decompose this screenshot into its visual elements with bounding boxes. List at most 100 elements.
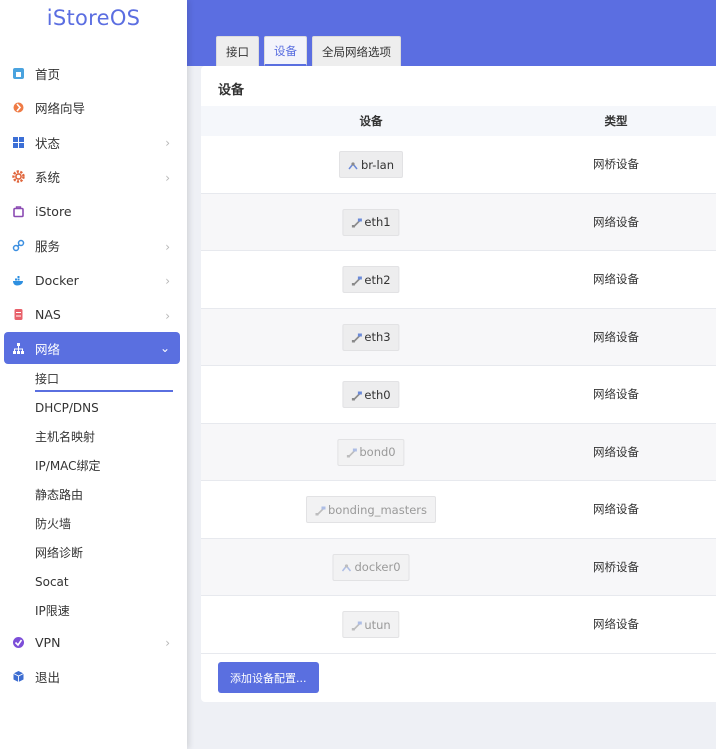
chevron-right-icon: ›: [165, 636, 170, 650]
submenu-item-1[interactable]: DHCP/DNS: [35, 393, 187, 422]
tab-2[interactable]: 全局网络选项: [312, 36, 401, 66]
device-name: eth3: [364, 330, 391, 344]
submenu-item-7[interactable]: Socat: [35, 567, 187, 596]
device-type: 网桥设备: [593, 559, 639, 574]
device-name: eth2: [364, 272, 391, 287]
ethernet-icon: [351, 390, 362, 401]
submenu-item-0[interactable]: 接口: [35, 364, 187, 393]
sidebar-item-after-0[interactable]: VPN ›: [0, 625, 187, 660]
logout-icon: [12, 670, 25, 683]
sidebar-item-label: 网络: [35, 341, 61, 357]
device-button[interactable]: br-lan: [339, 151, 403, 178]
device-button[interactable]: docker0: [332, 553, 410, 581]
sidebar-item-label: Docker: [35, 272, 79, 288]
device-type: 网桥设备: [593, 157, 639, 171]
device-name: bonding_masters: [327, 502, 428, 517]
table-row: bonding_masters 网络设备: [201, 481, 716, 539]
store-icon: [12, 205, 25, 218]
sidebar-item-after-1[interactable]: 退出: [0, 660, 187, 695]
submenu-item-5[interactable]: 防火墙: [35, 509, 187, 538]
device-name: eth0: [364, 387, 391, 402]
tab-0[interactable]: 接口: [216, 36, 259, 66]
table-row: eth2 网络设备: [201, 251, 716, 309]
device-name: utun: [364, 617, 391, 632]
status-icon: [12, 136, 25, 149]
submenu-item-4[interactable]: 静态路由: [35, 480, 187, 509]
bridge-icon: [348, 160, 359, 170]
device-type: 网络设备: [593, 214, 639, 229]
tab-1[interactable]: 设备: [264, 36, 307, 66]
wizard-icon: [12, 101, 25, 114]
sidebar-item-label: 首页: [35, 66, 61, 82]
device-type: 网络设备: [593, 329, 639, 344]
device-type: 网络设备: [593, 444, 639, 459]
column-header-type: 类型: [604, 114, 628, 128]
ethernet-icon: [351, 275, 362, 286]
brand-logo[interactable]: iStoreOS: [0, 0, 187, 40]
device-button[interactable]: bond0: [337, 438, 405, 466]
sidebar-item-label: 网络向导: [35, 101, 86, 117]
table-header: 设备 类型: [201, 106, 716, 136]
chevron-right-icon: ›: [165, 274, 170, 288]
docker-icon: [12, 274, 25, 287]
column-header-device: 设备: [359, 114, 383, 128]
add-device-config-button[interactable]: 添加设备配置...: [218, 662, 319, 693]
sidebar-item-2[interactable]: 状态 ›: [0, 125, 187, 160]
devices-card: 设备 设备 类型 br-lan 网桥设备 eth1 网络设备 eth2 网络设备 eth3 网…: [201, 66, 716, 702]
device-button[interactable]: eth3: [342, 323, 400, 351]
bridge-icon: [341, 562, 352, 572]
ethernet-icon: [351, 217, 362, 228]
device-button[interactable]: eth0: [342, 381, 400, 408]
sidebar-item-label: 状态: [35, 135, 61, 151]
sidebar-item-1[interactable]: 网络向导: [0, 91, 187, 126]
sidebar-item-label: 退出: [35, 670, 61, 686]
device-button[interactable]: bonding_masters: [305, 496, 437, 523]
device-button[interactable]: utun: [342, 611, 400, 638]
sidebar-item-5[interactable]: 服务 ›: [0, 229, 187, 264]
sidebar-item-4[interactable]: iStore: [0, 194, 187, 229]
sidebar-item-8[interactable]: 网络 ⌄: [4, 332, 180, 364]
submenu-item-6[interactable]: 网络诊断: [35, 538, 187, 567]
sidebar-item-6[interactable]: Docker ›: [0, 263, 187, 298]
network-submenu: 接口 DHCP/DNS 主机名映射 IP/MAC绑定 静态路由 防火墙 网络诊断 Socat I…: [0, 364, 187, 625]
sidebar-item-label: VPN: [35, 634, 61, 650]
system-gear-icon: [12, 170, 25, 183]
device-table: br-lan 网桥设备 eth1 网络设备 eth2 网络设备 eth3 网络设备 eth0 网络…: [201, 136, 716, 654]
device-type: 网络设备: [593, 502, 639, 516]
sidebar: iStoreOS 首页 网络向导 状态 › 系统 › iStore 服务 › Docker › NAS…: [0, 0, 187, 749]
chevron-right-icon: ›: [165, 170, 170, 185]
ethernet-icon: [346, 447, 357, 458]
table-row: br-lan 网桥设备: [201, 136, 716, 194]
table-row: eth3 网络设备: [201, 308, 716, 366]
vpn-icon: [12, 636, 25, 649]
sidebar-item-0[interactable]: 首页: [0, 56, 187, 91]
device-name: br-lan: [361, 157, 394, 172]
tab-bar: 接口 设备 全局网络选项: [216, 36, 401, 66]
device-type: 网络设备: [593, 387, 639, 401]
sidebar-item-label: 服务: [35, 239, 61, 255]
main-menu: 首页 网络向导 状态 › 系统 › iStore 服务 › Docker › NAS › 网络 ⌄ 接口 DHC…: [0, 56, 187, 694]
table-row: docker0 网桥设备: [201, 538, 716, 596]
home-icon: [12, 67, 25, 80]
sidebar-item-label: NAS: [35, 307, 61, 323]
sidebar-item-3[interactable]: 系统 ›: [0, 160, 187, 195]
section-title: 设备: [218, 83, 245, 98]
submenu-item-3[interactable]: IP/MAC绑定: [35, 451, 187, 480]
device-button[interactable]: eth2: [342, 266, 400, 293]
chevron-right-icon: ›: [165, 308, 170, 323]
chevron-down-icon: ⌄: [159, 341, 170, 355]
ethernet-icon: [315, 505, 326, 516]
submenu-item-2[interactable]: 主机名映射: [35, 422, 187, 451]
sidebar-item-label: 系统: [35, 170, 61, 186]
sidebar-item-7[interactable]: NAS ›: [0, 298, 187, 333]
ethernet-icon: [351, 332, 362, 343]
table-row: bond0 网络设备: [201, 423, 716, 481]
device-name: bond0: [359, 445, 396, 459]
services-icon: [12, 239, 25, 252]
device-name: eth1: [364, 215, 391, 229]
device-button[interactable]: eth1: [342, 208, 400, 236]
chevron-right-icon: ›: [165, 136, 170, 150]
ethernet-icon: [351, 620, 362, 631]
table-row: eth1 网络设备: [201, 193, 716, 251]
submenu-item-8[interactable]: IP限速: [35, 596, 187, 625]
